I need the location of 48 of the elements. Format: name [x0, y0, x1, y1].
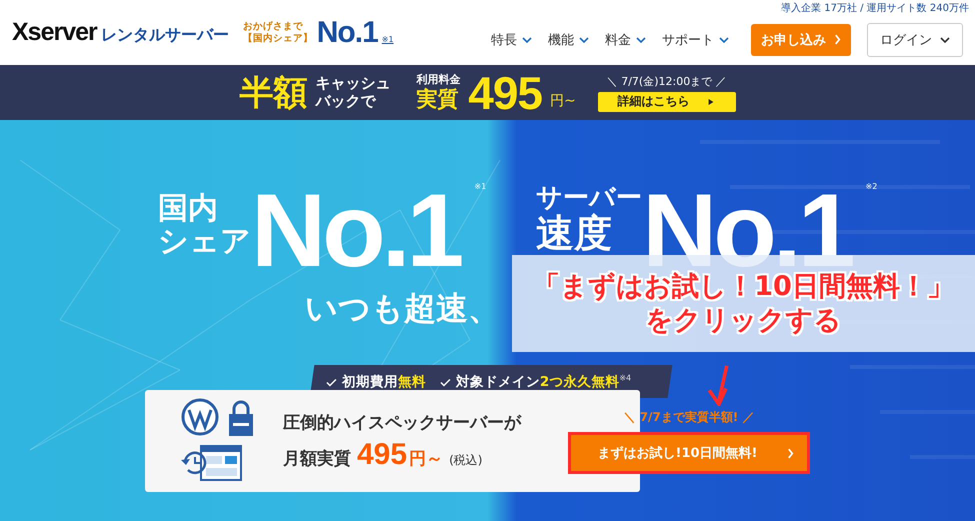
chevron-right-icon [787, 448, 794, 458]
details-button[interactable]: 詳細はこちら [598, 92, 736, 112]
award-text: おかげさまで [242, 21, 304, 32]
price-label: 利用料金 [416, 73, 460, 86]
chevron-right-icon [834, 34, 841, 45]
award-text: 【国内シェア】 [242, 32, 313, 44]
check-icon [440, 377, 451, 386]
nav-menu[interactable]: 機能 [548, 30, 589, 48]
price-prefix: 実質 [416, 86, 460, 112]
price-number: 495 [357, 438, 408, 472]
offer-text: 圧倒的ハイスペックサーバーが [283, 412, 521, 434]
claim-title: No.1 [251, 182, 462, 281]
chevron-down-icon [636, 36, 646, 42]
tax-note: (税込) [449, 452, 482, 468]
price-unit: 円~ [550, 92, 576, 110]
banner-text: バックで [315, 92, 377, 110]
footnote-mark: ※2 [866, 182, 878, 191]
award-title: No.1 [316, 16, 378, 50]
logo-subtitle: レンタルサーバー [100, 25, 229, 46]
chevron-down-icon [522, 36, 532, 42]
nav-menu[interactable]: 特長 [491, 30, 532, 48]
nav-menu[interactable]: サポート [662, 30, 729, 48]
banner-headline: 半額 [239, 72, 308, 114]
banner-text: キャッシュ [315, 75, 390, 92]
tagline: いつも超速、 [305, 288, 500, 329]
chevron-down-icon [579, 36, 589, 42]
offer-text: 月額実質 [283, 448, 351, 470]
promo-text: ＼ 7/7まで実質半額! ／ [624, 409, 754, 426]
stats-text: 導入企業 17万社 / 運用サイト数 240万件 [781, 2, 969, 15]
deadline-text: ＼ 7/7(金)12:00まで ／ [606, 74, 727, 88]
nav-menu[interactable]: 料金 [605, 30, 646, 48]
feature-text: 対象ドメイン2つ永久無料$^{※4}$ [456, 372, 632, 390]
price-number: 495 [468, 66, 542, 120]
price-unit: 円～ [409, 448, 444, 470]
claim-label: サーバー [536, 184, 642, 213]
check-icon [326, 377, 337, 386]
claim-label: 国内 [158, 192, 219, 225]
claim-label: 速度 [536, 212, 614, 254]
annotation-text: をクリックする [646, 304, 842, 338]
feature-text: 初期費用無料 [342, 372, 426, 390]
claim-label: シェア [158, 225, 251, 258]
chevron-down-icon [719, 36, 729, 42]
login-button[interactable]: ログイン [867, 22, 963, 56]
play-icon [706, 98, 716, 104]
footnote-link[interactable]: ※1 [382, 34, 394, 44]
chevron-down-icon [940, 36, 950, 42]
brand-logo: Xserver [12, 18, 97, 47]
footnote-mark: ※1 [474, 182, 486, 191]
